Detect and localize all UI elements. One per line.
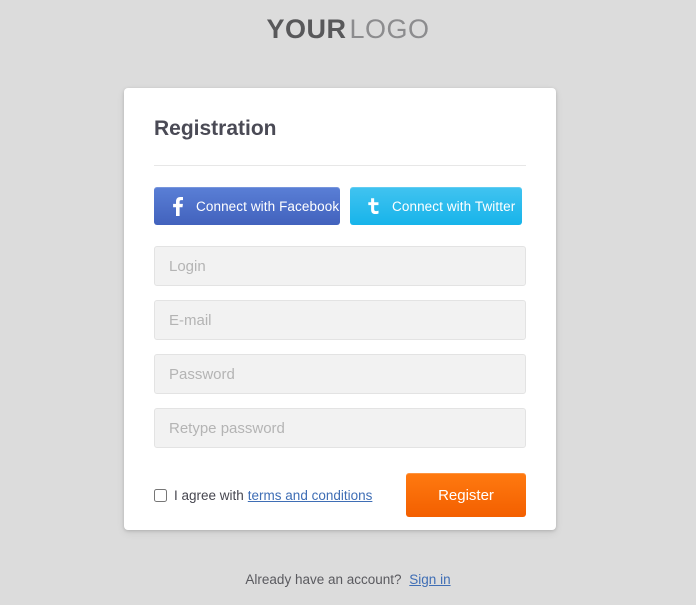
social-login-row: Connect with Facebook Connect with Twitt… (154, 187, 526, 226)
title-divider (154, 165, 526, 167)
page-title: Registration (154, 117, 277, 140)
password-input[interactable] (154, 354, 526, 395)
facebook-button-label: Connect with Facebook (196, 198, 340, 214)
twitter-bird-icon (364, 195, 384, 217)
register-button[interactable]: Register (406, 473, 526, 518)
registration-page: YOUR LOGO Registration Connect with Faceb… (0, 0, 696, 605)
signin-prompt-text: Already have an account? (245, 572, 402, 587)
email-input[interactable] (154, 300, 526, 341)
site-logo: YOUR LOGO (0, 0, 696, 45)
terms-and-conditions-link[interactable]: terms and conditions (248, 488, 373, 503)
agree-terms-checkbox[interactable] (154, 488, 167, 502)
form-footer-row: I agree with terms and conditions Regist… (154, 473, 526, 518)
terms-agreement: I agree with terms and conditions (154, 488, 372, 503)
logo-light-text: LOGO (349, 14, 430, 44)
connect-with-facebook-button[interactable]: Connect with Facebook (154, 187, 340, 226)
connect-with-twitter-button[interactable]: Connect with Twitter (350, 187, 522, 226)
sign-in-link[interactable]: Sign in (409, 572, 450, 587)
twitter-button-label: Connect with Twitter (392, 198, 516, 214)
facebook-f-icon (168, 195, 188, 217)
registration-card-body: Registration Connect with Facebook Conne… (124, 88, 556, 518)
login-input[interactable] (154, 246, 526, 287)
logo-bold-text: YOUR (266, 14, 347, 44)
retype-password-input[interactable] (154, 408, 526, 449)
signin-prompt: Already have an account? Sign in (0, 572, 696, 587)
registration-card: Registration Connect with Facebook Conne… (124, 88, 556, 530)
agree-label: I agree with (174, 487, 244, 503)
